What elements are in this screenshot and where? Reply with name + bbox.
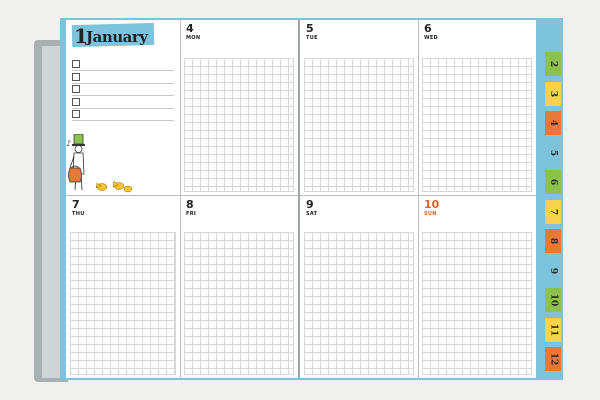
checkbox[interactable] [72, 85, 80, 93]
month-tab-12[interactable]: 12 [545, 347, 561, 371]
day-name: WED [424, 35, 438, 41]
month-tab-4[interactable]: 4 [545, 111, 561, 135]
checkbox[interactable] [72, 72, 80, 81]
month-tab-label: 9 [547, 267, 558, 274]
note-grid[interactable] [184, 58, 294, 192]
planner-spread: 1 January ♪ 4 MON 5 TUE 6 WED 7 THU 8 FR… [0, 0, 600, 400]
month-tab-label: 12 [548, 352, 558, 366]
note-grid[interactable] [184, 232, 294, 375]
day-cell[interactable]: 9 SAT [300, 196, 418, 378]
month-tab-label: 10 [548, 293, 558, 307]
month-name: January [86, 28, 148, 46]
day-cell[interactable]: 7 THU [66, 196, 180, 378]
day-name: FRI [186, 211, 197, 217]
day-cell[interactable]: 10 SUN [418, 196, 536, 378]
day-number: 6 [424, 22, 432, 35]
todo-row [72, 58, 174, 71]
todo-row [72, 96, 174, 109]
day-name: SAT [306, 211, 318, 217]
day-number: 8 [186, 198, 194, 211]
bird-icon [95, 182, 108, 191]
day-cell[interactable]: 4 MON [180, 20, 298, 195]
day-number: 7 [72, 198, 80, 211]
todo-row [72, 83, 174, 96]
month-tab-label: 5 [547, 149, 558, 156]
checkbox[interactable] [72, 60, 80, 68]
note-grid[interactable] [304, 58, 414, 192]
todo-row [72, 71, 174, 84]
day-number: 5 [306, 22, 314, 35]
bird-icon [123, 185, 133, 193]
todo-row [72, 108, 174, 121]
bird-icon [112, 180, 125, 190]
svg-text:♪: ♪ [66, 139, 71, 148]
month-tab-label: 8 [547, 237, 558, 245]
note-grid[interactable] [70, 232, 176, 375]
checkbox[interactable] [72, 110, 80, 118]
month-tab-10[interactable]: 10 [545, 288, 561, 312]
checkbox[interactable] [72, 97, 80, 106]
month-tab-label: 3 [547, 90, 558, 97]
note-grid[interactable] [304, 232, 414, 375]
character-illustration: ♪ [66, 134, 133, 193]
month-tab-2[interactable]: 2 [545, 52, 561, 76]
month-tab-label: 2 [547, 60, 558, 68]
day-name: TUE [306, 35, 318, 41]
day-name: MON [186, 35, 201, 41]
month-tab-8[interactable]: 8 [545, 229, 561, 253]
day-cell[interactable]: 6 WED [418, 20, 536, 195]
month-tab-3[interactable]: 3 [545, 81, 561, 106]
day-name: SUN [424, 211, 437, 217]
month-tab-label: 4 [547, 119, 558, 127]
month-tab-label: 7 [547, 208, 558, 215]
month-tab-9[interactable]: 9 [545, 258, 561, 283]
music-note-icon: ♪ [66, 139, 71, 148]
month-tab-11[interactable]: 11 [545, 317, 561, 342]
note-grid[interactable] [422, 58, 532, 192]
month-tab-5[interactable]: 5 [545, 140, 561, 165]
day-cell[interactable]: 5 TUE [300, 20, 418, 195]
day-number: 4 [186, 22, 194, 35]
day-name: THU [72, 211, 85, 217]
day-number: 10 [424, 198, 440, 211]
month-tab-6[interactable]: 6 [545, 170, 561, 194]
month-tab-label: 11 [548, 323, 558, 336]
month-tab-7[interactable]: 7 [545, 199, 561, 224]
month-tab-label: 6 [547, 178, 558, 186]
day-number: 9 [306, 198, 314, 211]
day-cell[interactable]: 8 FRI [180, 196, 298, 378]
note-grid[interactable] [422, 232, 532, 375]
